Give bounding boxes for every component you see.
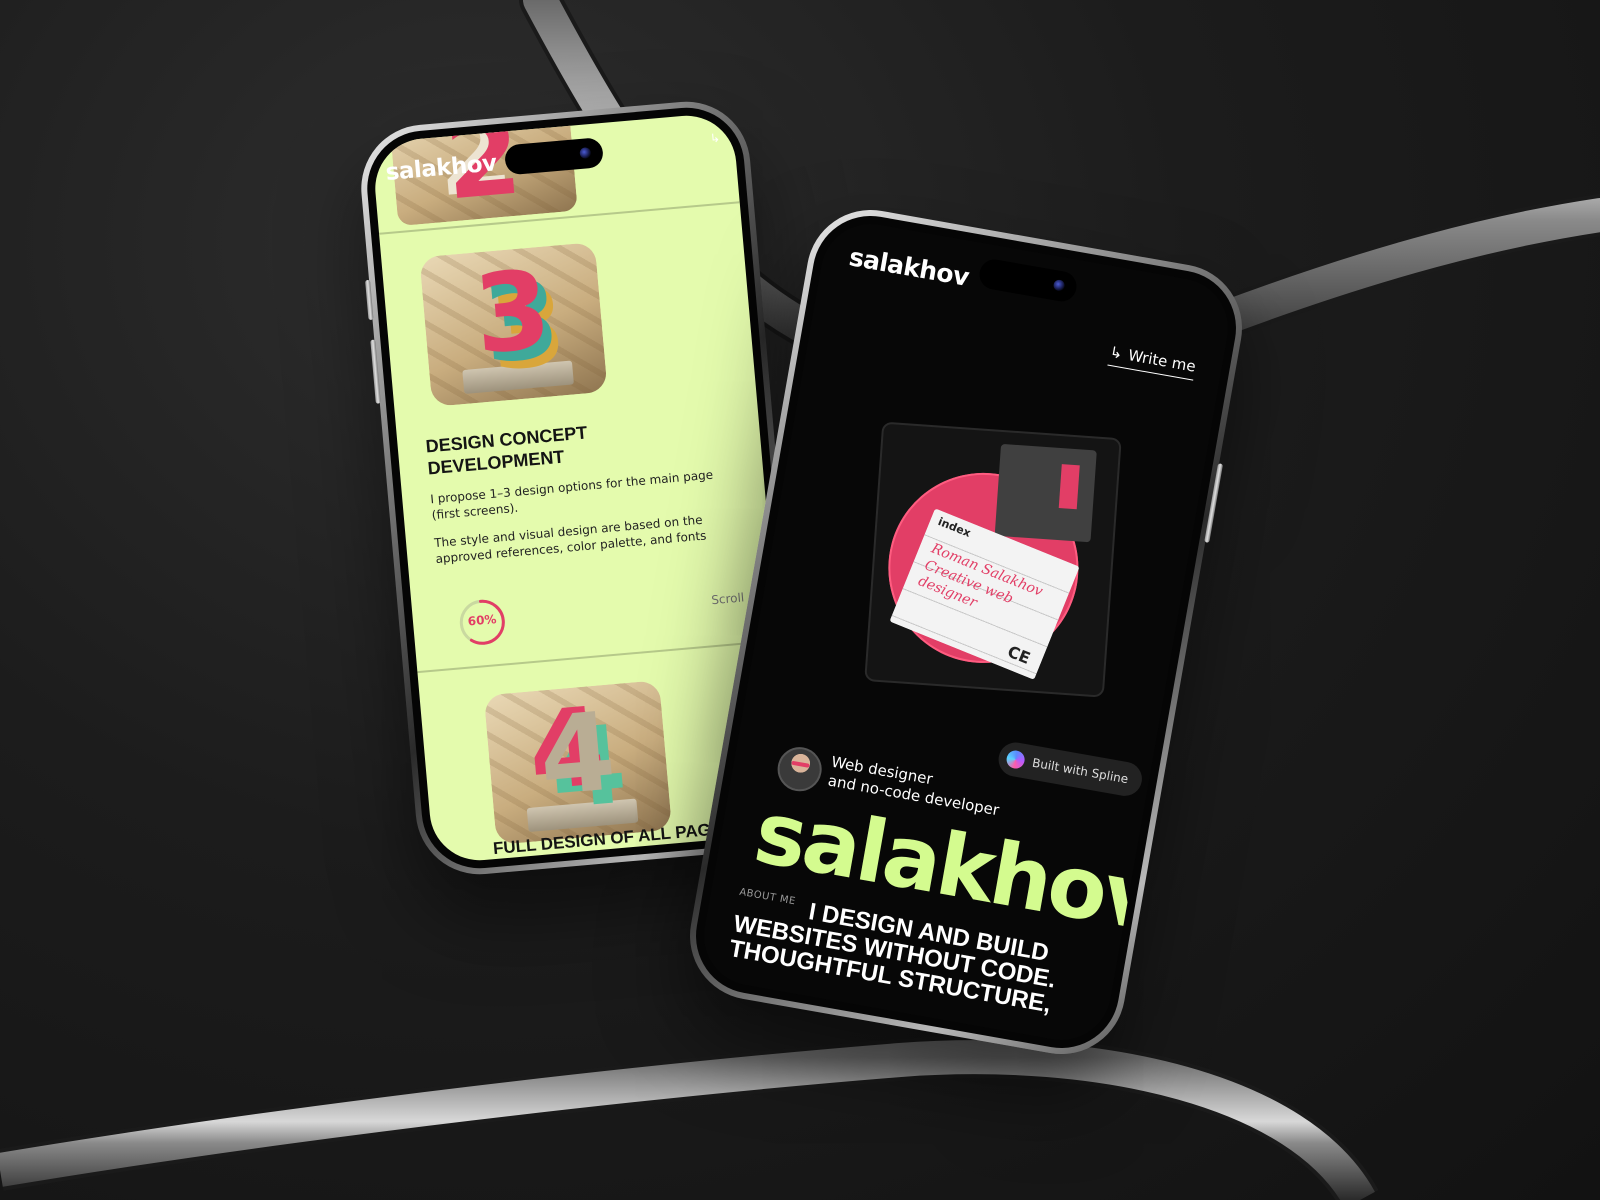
service-card-image-3: 3: [419, 242, 608, 407]
number-4-illustration: 4: [534, 689, 621, 821]
label-handwriting: Roman Salakhov Creative web designer: [915, 540, 1046, 612]
service-card-image-4: 4: [483, 680, 673, 845]
dynamic-island: [977, 257, 1079, 304]
write-me-link[interactable]: ↳ Write me: [1107, 342, 1198, 381]
site-logo[interactable]: salakhov: [847, 242, 971, 292]
progress-ring: 60%: [455, 595, 509, 649]
ce-mark: CE: [1004, 641, 1034, 668]
built-with-spline-badge[interactable]: Built with Spline: [995, 739, 1145, 799]
arrow-return-icon: ↳: [1108, 342, 1125, 363]
number-3-illustration: 3: [469, 247, 556, 379]
write-me-link[interactable]: ↳: [709, 131, 720, 146]
scroll-hint[interactable]: Scroll: [711, 590, 745, 607]
floppy-disk-3d-scene[interactable]: index Roman Salakhov Creative web design…: [864, 421, 1122, 698]
spline-badge-label: Built with Spline: [1031, 755, 1130, 787]
spline-logo-icon: [1005, 749, 1027, 770]
write-me-label: Write me: [1126, 346, 1198, 376]
